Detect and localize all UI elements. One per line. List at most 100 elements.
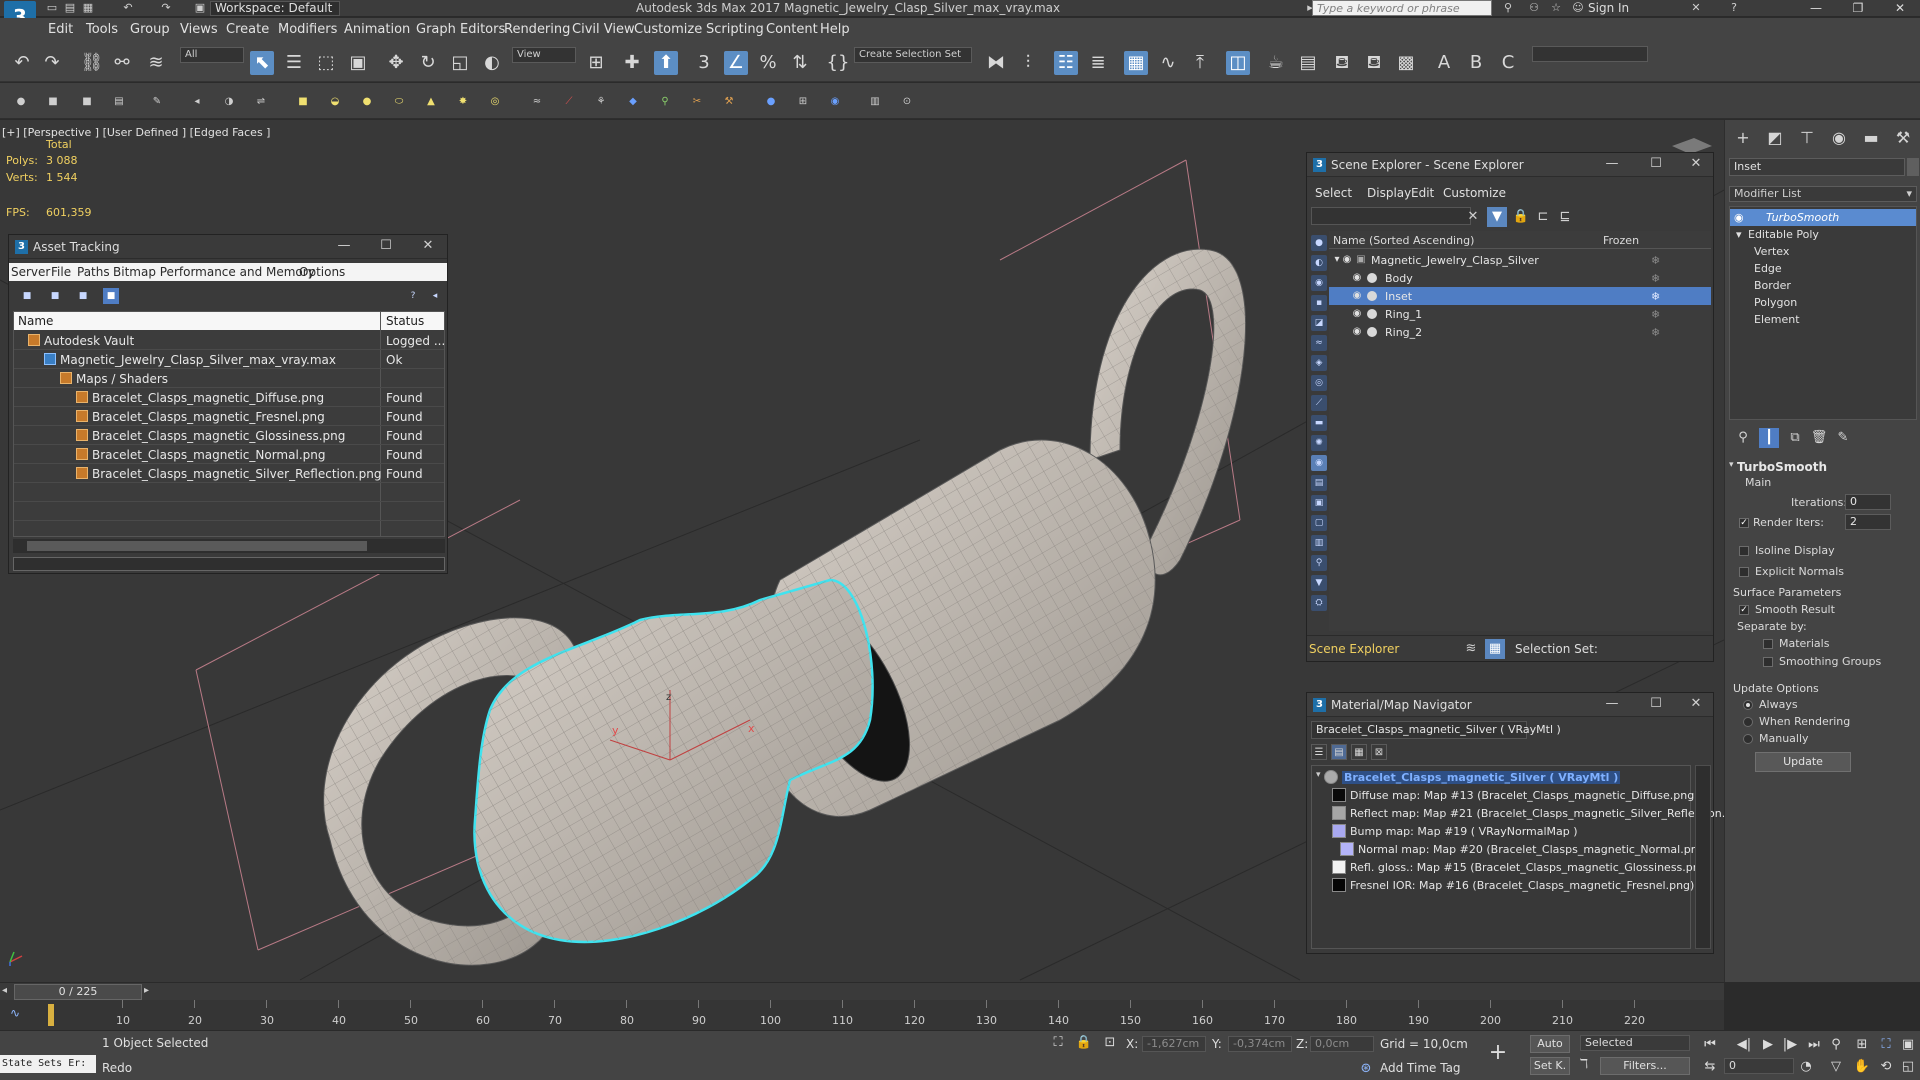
scene-row-inset[interactable]: ◉ Inset ❄ (1329, 287, 1711, 305)
set-key-button[interactable]: Set K. (1530, 1057, 1570, 1075)
rendered-frame-window-icon[interactable]: ▤ (1296, 51, 1320, 75)
rotate-icon[interactable]: ↻ (416, 51, 440, 75)
go-to-end-icon[interactable]: ⏭ (1804, 1035, 1824, 1055)
menu-scripting[interactable]: Scripting (706, 22, 764, 37)
stack-row-editable-poly[interactable]: ▾ Editable Poly (1730, 226, 1916, 243)
auto-key-button[interactable]: Auto (1530, 1035, 1570, 1053)
frozen-snowflake-icon[interactable]: ❄ (1651, 254, 1660, 267)
modify-tab-icon[interactable]: ◩ (1763, 126, 1787, 150)
view-large-icons-icon[interactable]: ⊠ (1371, 744, 1387, 760)
search-input[interactable]: Type a keyword or phrase (1312, 0, 1492, 16)
tb2-tool-20-icon[interactable]: ⊙ (900, 95, 914, 109)
rollout-collapse-icon[interactable]: ▾ (1729, 460, 1734, 470)
stack-row-vertex[interactable]: Vertex (1730, 243, 1916, 260)
map-row-normal[interactable]: Normal map: Map #20 (Bracelet_Clasps_mag… (1312, 840, 1709, 858)
asset-maximize-icon[interactable]: ☐ (371, 238, 401, 253)
schematic-view-icon[interactable]: ⤒ (1188, 51, 1212, 75)
stack-row-edge[interactable]: Edge (1730, 260, 1916, 277)
curve-editor-icon[interactable]: ∿ (1156, 51, 1180, 75)
selection-filter-dropdown[interactable]: All (180, 47, 244, 63)
tb2-cylinder-icon[interactable]: ⬭ (392, 95, 406, 109)
tb2-tool-3-icon[interactable]: ■ (80, 95, 94, 109)
align-icon[interactable]: ⫶ (1016, 51, 1040, 75)
when-rendering-radio[interactable] (1743, 717, 1753, 727)
display-helpers-icon[interactable]: ◪ (1311, 315, 1327, 331)
exchange-icon[interactable]: ✕ (1688, 1, 1704, 15)
add-key-icon[interactable]: + (1488, 1042, 1508, 1064)
tb2-tool-10-icon[interactable]: ⟋ (562, 95, 576, 109)
configure-modifier-sets-icon[interactable]: ✎ (1833, 428, 1853, 448)
select-by-name-icon[interactable]: ☰ (282, 51, 306, 75)
selection-lock-icon[interactable]: 🔒 (1074, 1033, 1094, 1053)
sign-in-link[interactable]: Sign In (1588, 0, 1629, 17)
display-groups-icon[interactable]: ◈ (1311, 355, 1327, 371)
next-key-icon[interactable]: |▶ (1780, 1035, 1800, 1055)
text-c-icon[interactable]: C (1496, 51, 1520, 75)
minimize-window-icon[interactable]: — (1796, 0, 1836, 17)
tb2-tool-19-icon[interactable]: ▥ (868, 95, 882, 109)
unlink-icon[interactable]: ⚯ (110, 51, 134, 75)
expand-arrow-icon[interactable]: ▾ (1736, 226, 1742, 243)
select-object-icon[interactable]: ⬉ (250, 51, 274, 75)
modifier-list-dropdown[interactable]: Modifier List ▾ (1729, 186, 1917, 202)
menu-help[interactable]: Help (820, 22, 850, 37)
tb2-tool-8-icon[interactable]: ⇌ (254, 95, 268, 109)
current-material-field[interactable]: Bracelet_Clasps_magnetic_Silver ( VRayMt… (1311, 721, 1561, 739)
prev-frame-icon[interactable]: ◂ (2, 985, 7, 996)
asset-menu-server[interactable]: Server (11, 265, 50, 279)
tb2-tool-15-icon[interactable]: ⚒ (722, 95, 736, 109)
time-config-icon[interactable]: ◔ (1796, 1057, 1816, 1077)
menu-views[interactable]: Views (180, 22, 218, 37)
curve-editor-mini-icon[interactable]: ∿ (10, 1006, 20, 1020)
filter-selected-icon[interactable]: ⚲ (1311, 555, 1327, 571)
snaps-toggle-icon[interactable]: 3 (692, 51, 716, 75)
asset-menu-bitmap-performance[interactable]: Bitmap Performance and Memory (113, 265, 315, 279)
view-list-thumbs-icon[interactable]: ▤ (1331, 744, 1347, 760)
tb2-tool-1-icon[interactable]: ● (14, 95, 28, 109)
filter-icon[interactable]: ▼ (1311, 575, 1327, 591)
isoline-display-checkbox[interactable] (1739, 546, 1749, 556)
scene-row-ring-1[interactable]: ◉ Ring_1 ❄ (1329, 305, 1711, 323)
pan-view-icon[interactable]: ✋ (1852, 1057, 1872, 1077)
community-icon[interactable]: ⚇ (1526, 1, 1542, 15)
visibility-eye-icon[interactable]: ◉ (1351, 308, 1363, 320)
orbit-icon[interactable]: ⟲ (1876, 1057, 1896, 1077)
smooth-result-checkbox[interactable]: ✓ (1739, 605, 1749, 615)
tb2-tool-5-icon[interactable]: ✎ (150, 95, 164, 109)
menu-customize[interactable]: Customize (634, 22, 702, 37)
pin-stack-icon[interactable]: ⚲ (1733, 428, 1753, 448)
rect-selection-icon[interactable]: ⬚ (314, 51, 338, 75)
spinner-snap-icon[interactable]: ⇅ (788, 51, 812, 75)
material-close-icon[interactable]: ✕ (1681, 696, 1711, 711)
redo-icon[interactable]: ↷ (40, 51, 64, 75)
display-visibility-icon[interactable]: ◉ (1311, 455, 1327, 471)
modifier-eye-icon[interactable]: ◉ (1734, 209, 1744, 226)
key-filter-dropdown[interactable]: Selected (1580, 1035, 1690, 1051)
play-icon[interactable]: ▶ (1758, 1035, 1778, 1055)
project-folder-icon[interactable]: ▣ (192, 1, 208, 15)
asset-tool-2-icon[interactable]: ■ (47, 288, 63, 304)
key-mode-icon[interactable]: ℸ (1574, 1055, 1594, 1075)
restore-window-icon[interactable]: ❐ (1838, 0, 1878, 17)
remove-modifier-icon[interactable]: 🗑 (1809, 428, 1829, 448)
layer-explorer-icon[interactable]: ≣ (1086, 51, 1110, 75)
visibility-eye-icon[interactable]: ◉ (1341, 254, 1353, 266)
add-time-tag-button[interactable]: Add Time Tag (1380, 1061, 1461, 1075)
undo-quick-icon[interactable]: ↶ (120, 1, 136, 15)
scene-col-name[interactable]: Name (Sorted Ascending) (1333, 234, 1474, 247)
menu-tools[interactable]: Tools (86, 22, 118, 37)
motion-tab-icon[interactable]: ◉ (1827, 126, 1851, 150)
view-list-icon[interactable]: ☰ (1311, 744, 1327, 760)
zoom-extents-icon[interactable]: ⛶ (1876, 1035, 1896, 1055)
key-filters-button[interactable]: Filters... (1600, 1057, 1690, 1075)
show-end-result-icon[interactable]: ┃ (1759, 428, 1779, 448)
display-tab-icon[interactable]: ▬ (1859, 126, 1883, 150)
track-bar[interactable]: ∿ 10 20 30 40 50 60 70 80 90 100 110 120… (0, 1000, 1724, 1030)
asset-tool-4-icon[interactable]: ■ (103, 288, 119, 304)
hierarchy-icon[interactable]: ⊏ (1533, 207, 1553, 227)
redo-quick-icon[interactable]: ↷ (158, 1, 174, 15)
key-mode-toggle-icon[interactable]: ⇆ (1700, 1057, 1720, 1077)
menu-create[interactable]: Create (226, 22, 269, 37)
window-crossing-icon[interactable]: ▣ (346, 51, 370, 75)
absolute-mode-icon[interactable]: ⊡ (1100, 1033, 1120, 1053)
